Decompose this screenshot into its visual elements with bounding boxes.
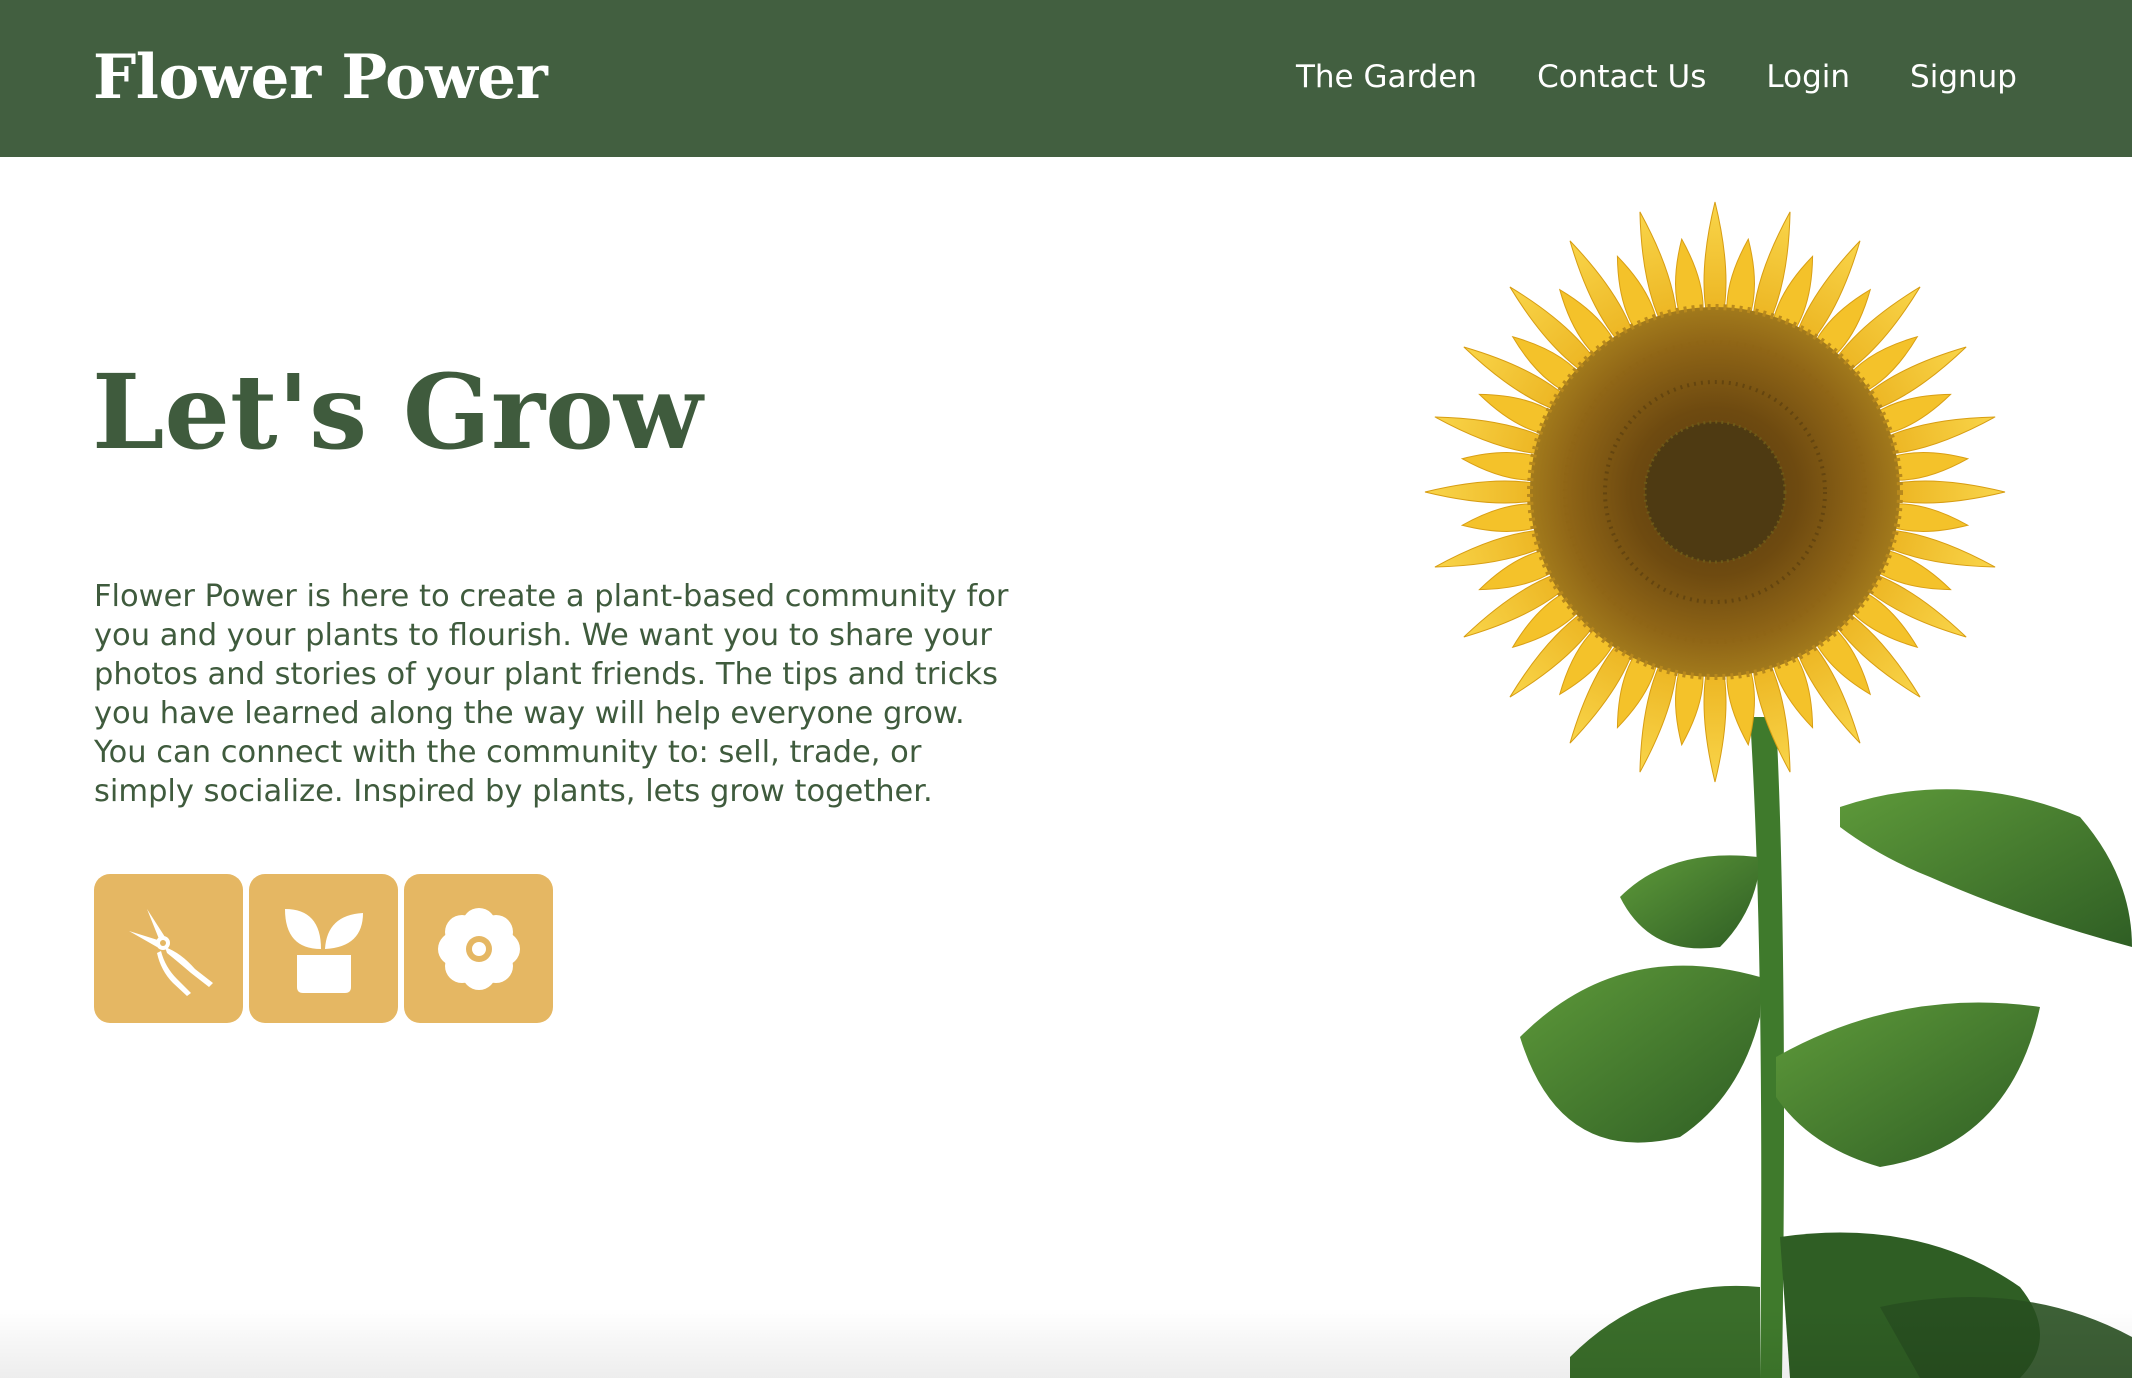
flower-icon	[437, 907, 520, 990]
brand-logo[interactable]: Flower Power	[93, 38, 548, 118]
potted-plant-icon	[284, 908, 363, 993]
nav-link-signup[interactable]: Signup	[1910, 56, 2017, 98]
main-nav: The Garden Contact Us Login Signup	[1296, 56, 2017, 98]
tile-pruning[interactable]	[94, 874, 243, 1023]
sunflower-image	[1424, 201, 2132, 1378]
nav-link-the-garden[interactable]: The Garden	[1296, 56, 1477, 98]
hero-title: Let's Grow	[92, 352, 703, 473]
pruning-shears-icon	[128, 908, 213, 996]
site-header: Flower Power The Garden Contact Us Login…	[0, 0, 2132, 157]
nav-link-contact-us[interactable]: Contact Us	[1537, 56, 1706, 98]
nav-link-login[interactable]: Login	[1766, 56, 1850, 98]
tile-plant[interactable]	[249, 874, 398, 1023]
feature-tiles	[94, 874, 553, 1023]
hero-description: Flower Power is here to create a plant-b…	[94, 579, 1009, 809]
tile-flower[interactable]	[404, 874, 553, 1023]
